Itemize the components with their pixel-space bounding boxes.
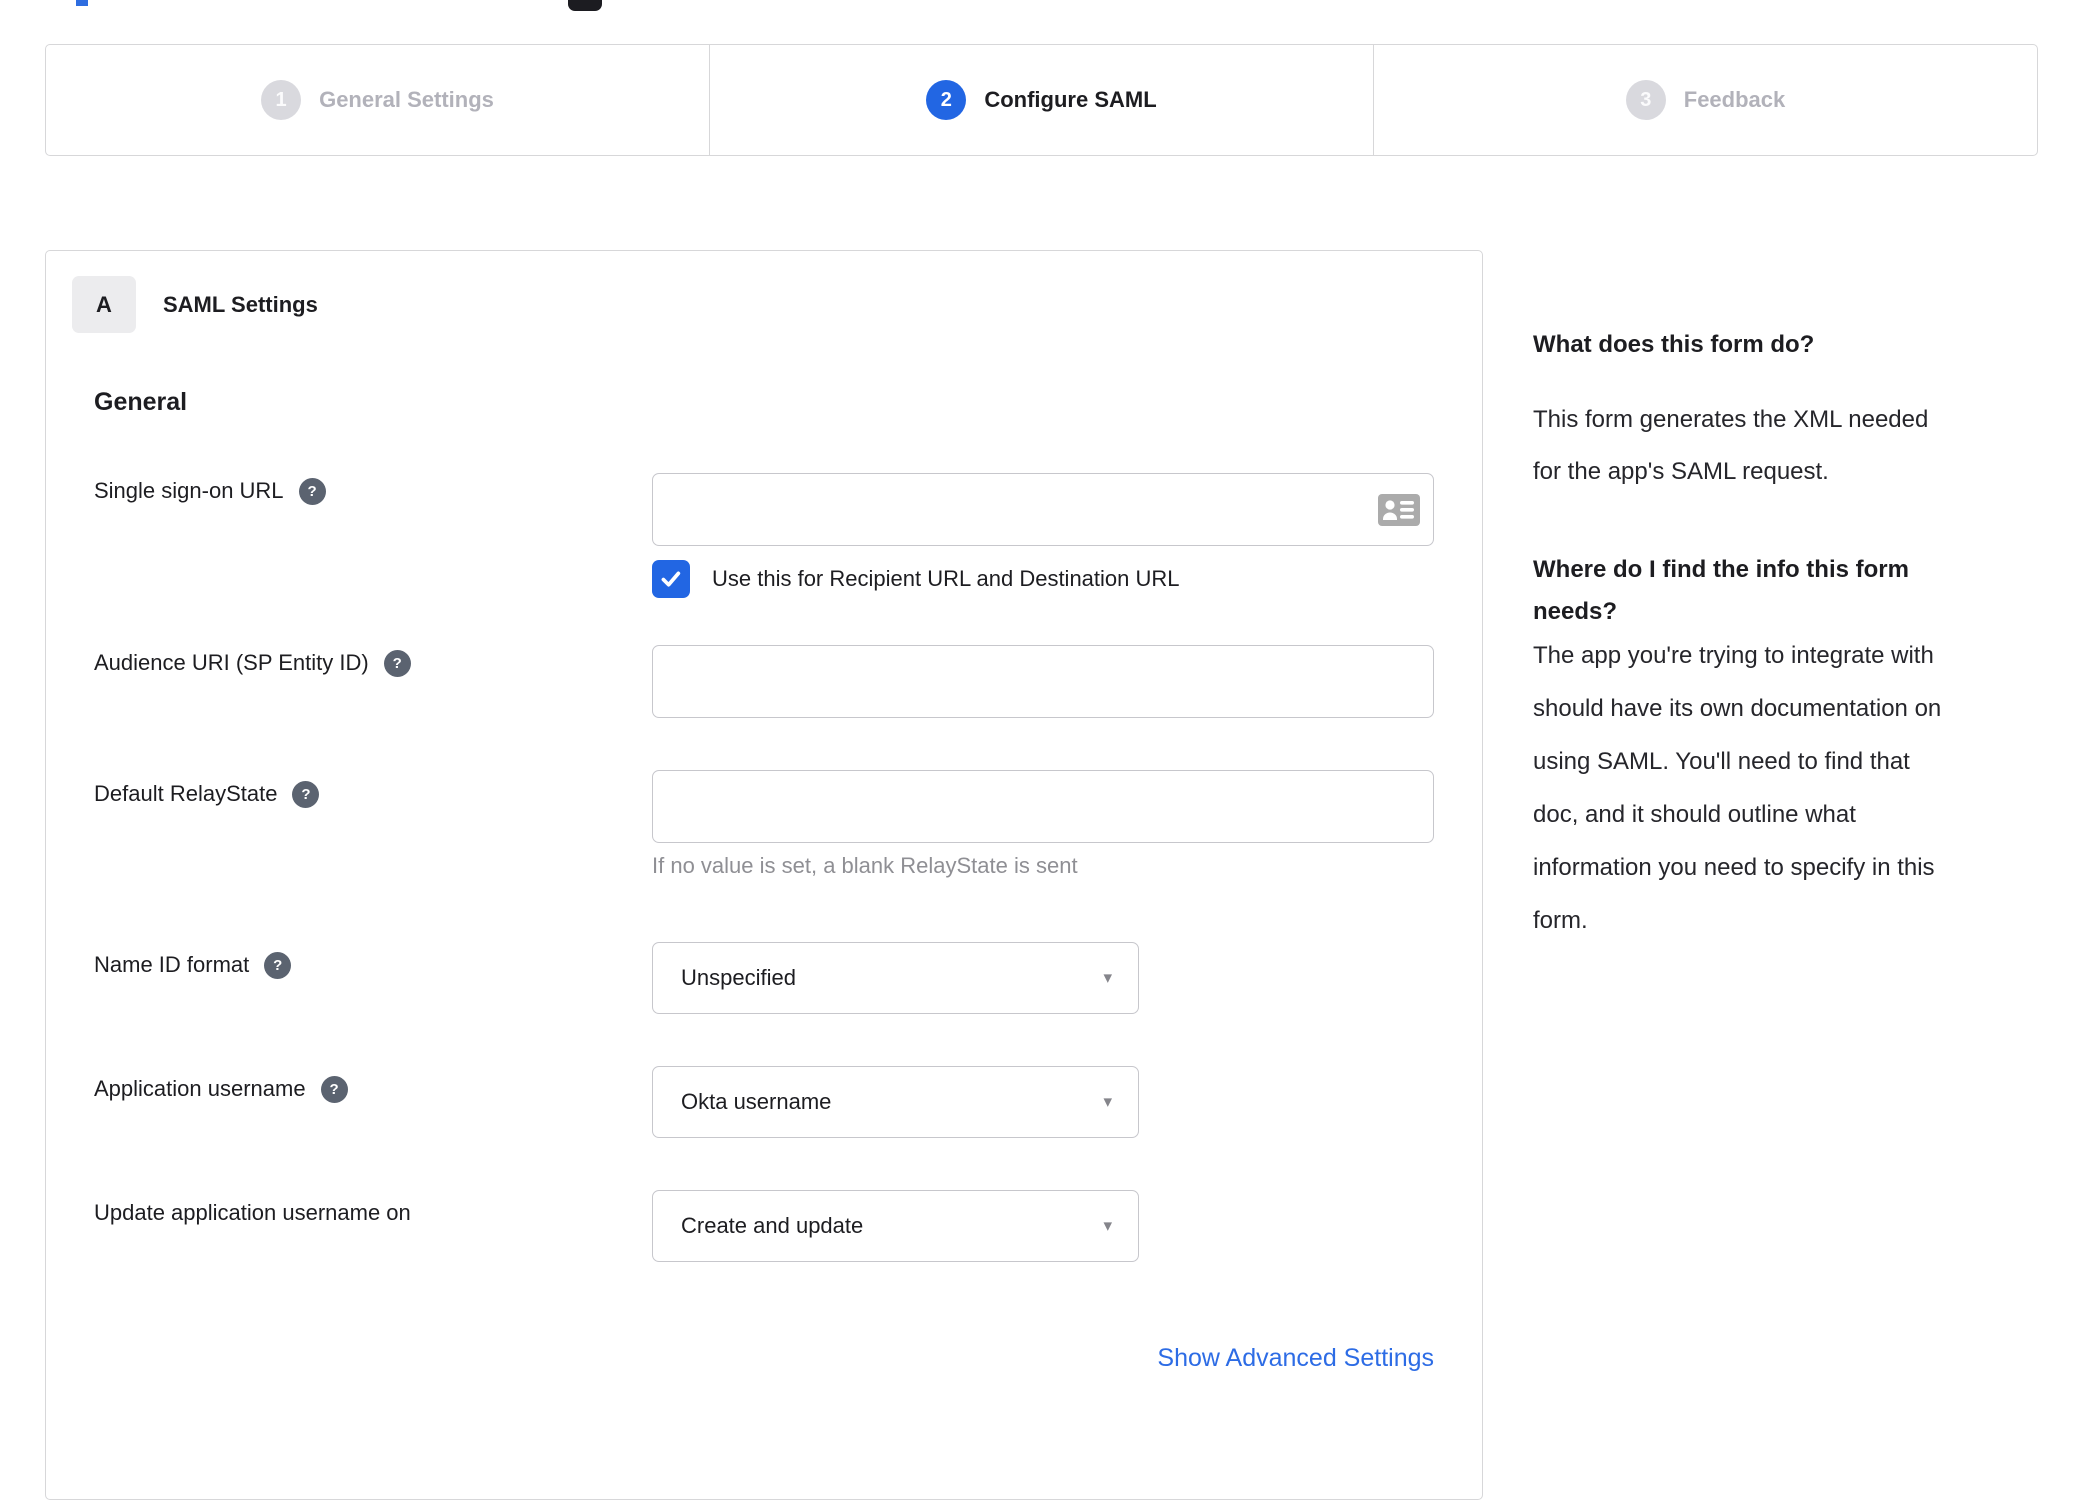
sidebar-paragraph-where-line: using SAML. You'll need to find that [1533,748,1910,775]
sso-url-label: Single sign-on URL [94,478,284,503]
relay-state-input[interactable] [652,770,1434,843]
step-1-label: General Settings [319,87,494,112]
wizard-stepper: 1 General Settings 2 Configure SAML 3 Fe… [45,44,2038,156]
recipient-url-checkbox-label: Use this for Recipient URL and Destinati… [712,566,1180,591]
step-2-label: Configure SAML [984,87,1157,112]
sidebar-heading-where-line: needs? [1533,598,1618,625]
app-username-value: Okta username [681,1089,832,1114]
app-username-label-row: Application username ? [94,1074,348,1104]
audience-uri-help-icon[interactable]: ? [383,649,411,677]
step-3-number-badge: 3 [1625,80,1666,120]
audience-uri-label-row: Audience URI (SP Entity ID) ? [94,648,411,678]
relay-state-help-icon[interactable]: ? [292,780,320,808]
general-section-heading: General [94,388,188,416]
audience-uri-label: Audience URI (SP Entity ID) [94,650,369,675]
sidebar-paragraph-what-line: This form generates the XML needed [1533,406,1929,433]
step-general-settings[interactable]: 1 General Settings [46,45,709,155]
step-configure-saml[interactable]: 2 Configure SAML [709,45,1373,155]
sso-url-input[interactable] [652,473,1434,546]
app-username-help-icon[interactable]: ? [320,1075,348,1103]
sidebar-paragraph-where-line: The app you're trying to integrate with [1533,642,1934,669]
checkmark-icon [661,571,681,587]
step-2-number-badge: 2 [926,80,967,120]
chevron-down-icon: ▾ [1103,1092,1112,1111]
relay-state-label-row: Default RelayState ? [94,779,320,809]
sidebar-heading-where: Where do I find the info this form needs… [1533,549,1909,633]
name-id-format-label-row: Name ID format ? [94,950,292,980]
sso-url-label-row: Single sign-on URL ? [94,476,326,506]
update-username-value: Create and update [681,1213,864,1238]
contact-card-icon[interactable] [1378,494,1420,526]
chevron-down-icon: ▾ [1103,968,1112,987]
sidebar-heading-where-line: Where do I find the info this form [1533,556,1909,583]
section-a-badge: A [72,276,136,333]
card-title: SAML Settings [163,291,318,317]
app-username-select[interactable]: Okta username ▾ [652,1066,1139,1138]
relay-state-hint: If no value is set, a blank RelayState i… [652,853,1078,878]
sidebar-paragraph-where-line: doc, and it should outline what [1533,801,1856,828]
update-username-select[interactable]: Create and update ▾ [652,1190,1139,1262]
cutoff-tab-fragment [76,0,88,6]
relay-state-label: Default RelayState [94,781,278,806]
sso-url-help-icon[interactable]: ? [298,477,326,505]
update-username-label-row: Update application username on [94,1198,411,1228]
show-advanced-settings-link[interactable]: Show Advanced Settings [652,1344,1434,1373]
cutoff-header-fragment [568,0,602,11]
sidebar-paragraph-where-line: form. [1533,907,1588,934]
step-feedback[interactable]: 3 Feedback [1373,45,2037,155]
name-id-format-select[interactable]: Unspecified ▾ [652,942,1139,1014]
name-id-format-help-icon[interactable]: ? [264,951,292,979]
sidebar-heading-what: What does this form do? [1533,331,1815,358]
sidebar-paragraph-what-line: for the app's SAML request. [1533,458,1829,485]
chevron-down-icon: ▾ [1103,1216,1112,1235]
update-username-label: Update application username on [94,1200,411,1225]
name-id-format-value: Unspecified [681,965,796,990]
sidebar-paragraph-what: This form generates the XML needed for t… [1533,394,1928,498]
sidebar-paragraph-where-line: information you need to specify in this [1533,854,1935,881]
app-username-label: Application username [94,1076,306,1101]
sidebar-paragraph-where: The app you're trying to integrate with … [1533,629,1941,947]
step-3-label: Feedback [1683,87,1786,112]
sidebar-paragraph-where-line: should have its own documentation on [1533,695,1942,722]
recipient-url-checkbox[interactable] [652,560,690,598]
name-id-format-label: Name ID format [94,952,250,977]
step-1-number-badge: 1 [261,80,302,120]
audience-uri-input[interactable] [652,645,1434,718]
